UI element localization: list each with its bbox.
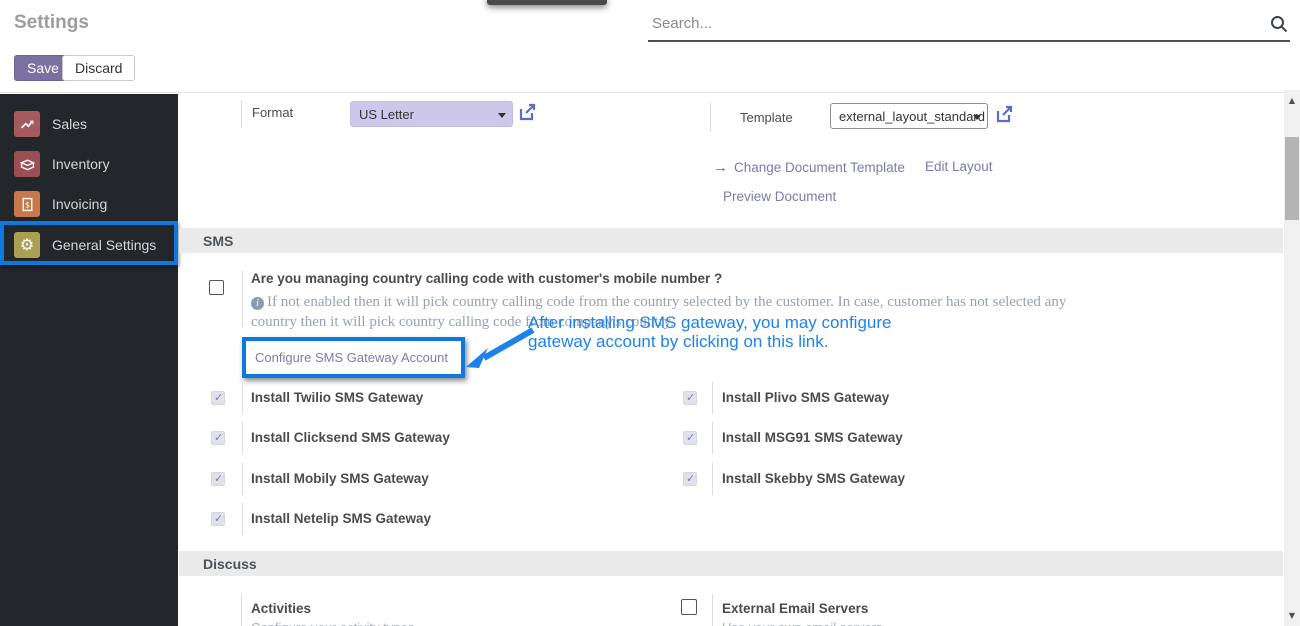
search-bar[interactable] bbox=[648, 10, 1290, 42]
sidebar: Sales Inventory $ Invoicing ⚙ General Se… bbox=[0, 94, 178, 626]
sms-section-header: SMS bbox=[179, 228, 1283, 253]
setting-divider bbox=[712, 594, 713, 626]
setting-divider bbox=[712, 463, 713, 495]
template-select[interactable]: external_layout_standard bbox=[830, 103, 988, 129]
activities-help: Configure your activity types bbox=[251, 620, 414, 626]
template-select-value: external_layout_standard bbox=[839, 108, 985, 124]
install-netelip-checkbox[interactable] bbox=[211, 512, 225, 526]
header-divider bbox=[0, 92, 1300, 93]
external-email-servers-checkbox[interactable] bbox=[681, 599, 697, 615]
invoice-document-icon: $ bbox=[14, 191, 40, 217]
install-skebby-label: Install Skebby SMS Gateway bbox=[722, 471, 906, 486]
link-label: Change Document Template bbox=[734, 160, 905, 175]
setting-divider bbox=[242, 463, 243, 495]
scroll-up-icon[interactable]: ▲ bbox=[1284, 96, 1300, 105]
setting-divider bbox=[241, 594, 242, 626]
sidebar-item-label: Inventory bbox=[52, 156, 110, 172]
sms-section-title: SMS bbox=[203, 232, 234, 249]
discuss-section-title: Discuss bbox=[203, 555, 257, 572]
sidebar-item-label: Sales bbox=[52, 116, 88, 132]
search-icon[interactable] bbox=[1270, 15, 1288, 33]
search-input[interactable] bbox=[650, 14, 1254, 33]
tooltip-remnant bbox=[487, 0, 607, 5]
install-plivo-label: Install Plivo SMS Gateway bbox=[722, 390, 890, 405]
info-icon: i bbox=[251, 297, 264, 310]
install-clicksend-label: Install Clicksend SMS Gateway bbox=[251, 430, 450, 445]
inventory-box-icon bbox=[14, 151, 40, 177]
setting-divider bbox=[242, 382, 243, 414]
install-mobily-checkbox[interactable] bbox=[211, 472, 225, 486]
format-select-value: US Letter bbox=[359, 106, 414, 122]
arrow-right-icon: → bbox=[713, 159, 728, 176]
setting-divider bbox=[242, 422, 243, 454]
install-clicksend-checkbox[interactable] bbox=[211, 431, 225, 445]
setting-divider bbox=[241, 100, 242, 128]
annotation-line: gateway account by clicking on this link… bbox=[528, 332, 829, 351]
install-twilio-label: Install Twilio SMS Gateway bbox=[251, 390, 424, 405]
install-netelip-label: Install Netelip SMS Gateway bbox=[251, 511, 432, 526]
sidebar-item-sales[interactable]: Sales bbox=[0, 104, 178, 144]
annotation-line: After installing SMS gateway, you may co… bbox=[528, 313, 892, 332]
install-mobily-label: Install Mobily SMS Gateway bbox=[251, 471, 429, 486]
vertical-scrollbar[interactable]: ▲ ▼ bbox=[1284, 90, 1300, 626]
scroll-down-icon[interactable]: ▼ bbox=[1284, 611, 1300, 620]
external-email-servers-title: External Email Servers bbox=[722, 601, 869, 616]
annotation-arrow-icon bbox=[466, 327, 535, 368]
format-select[interactable]: US Letter bbox=[350, 101, 513, 127]
external-email-servers-help: Use your own email servers bbox=[722, 620, 882, 626]
install-msg91-label: Install MSG91 SMS Gateway bbox=[722, 430, 903, 445]
sidebar-item-label: Invoicing bbox=[52, 196, 108, 212]
general-settings-highlight-box bbox=[0, 221, 178, 265]
change-document-template-link[interactable]: → Change Document Template bbox=[713, 159, 905, 176]
install-msg91-checkbox[interactable] bbox=[683, 431, 697, 445]
setting-divider bbox=[242, 503, 243, 535]
setting-divider bbox=[710, 102, 711, 132]
external-link-icon[interactable] bbox=[518, 103, 537, 122]
setting-divider bbox=[242, 271, 243, 327]
install-skebby-checkbox[interactable] bbox=[683, 472, 697, 486]
edit-layout-link[interactable]: Edit Layout bbox=[925, 159, 993, 174]
preview-document-link[interactable]: Preview Document bbox=[723, 189, 836, 204]
sidebar-item-invoicing[interactable]: $ Invoicing bbox=[0, 184, 178, 224]
template-label: Template bbox=[740, 110, 793, 125]
external-link-icon[interactable] bbox=[995, 105, 1014, 124]
svg-text:$: $ bbox=[25, 200, 30, 209]
sidebar-item-inventory[interactable]: Inventory bbox=[0, 144, 178, 184]
page-title: Settings bbox=[14, 12, 89, 33]
scrollbar-thumb[interactable] bbox=[1285, 137, 1299, 220]
activities-title: Activities bbox=[251, 601, 312, 616]
country-calling-code-title: Are you managing country calling code wi… bbox=[251, 271, 723, 286]
install-plivo-checkbox[interactable] bbox=[683, 391, 697, 405]
setting-divider bbox=[712, 382, 713, 414]
discard-button[interactable]: Discard bbox=[62, 55, 136, 81]
sales-chart-icon bbox=[14, 111, 40, 137]
setting-divider bbox=[712, 422, 713, 454]
annotation-text: After installing SMS gateway, you may co… bbox=[528, 313, 891, 351]
settings-screen: Settings Save Discard Sales Inventory $ … bbox=[0, 0, 1300, 626]
configure-sms-gateway-link[interactable]: Configure SMS Gateway Account bbox=[255, 350, 448, 365]
configure-gateway-highlight-box: Configure SMS Gateway Account bbox=[242, 337, 465, 378]
install-twilio-checkbox[interactable] bbox=[211, 391, 225, 405]
discuss-section-header: Discuss bbox=[179, 551, 1283, 576]
country-calling-code-checkbox[interactable] bbox=[209, 280, 224, 295]
format-label: Format bbox=[252, 105, 294, 120]
